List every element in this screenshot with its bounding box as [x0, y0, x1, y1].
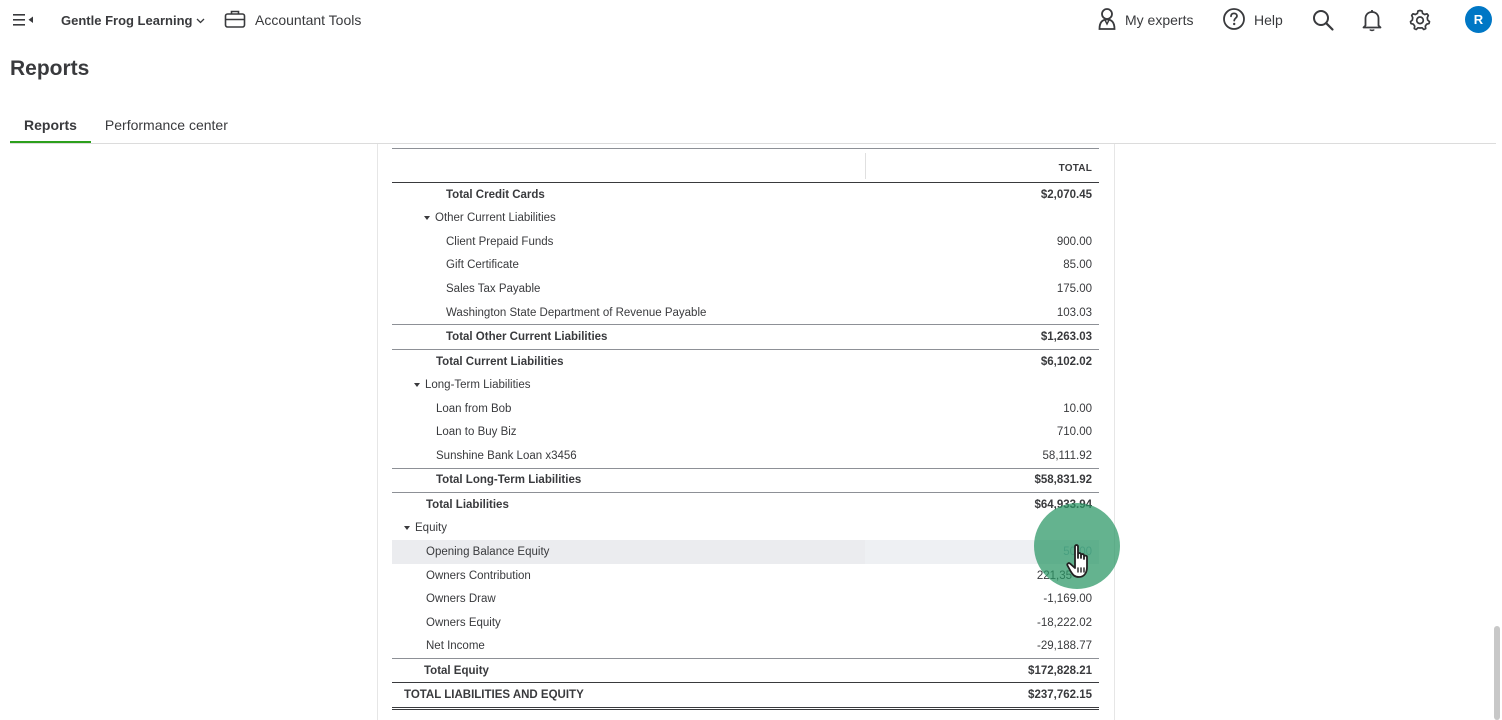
accountant-tools-label: Accountant Tools	[255, 12, 362, 28]
grand-total-row[interactable]: TOTAL LIABILITIES AND EQUITY $237,762.15	[392, 682, 1099, 711]
row-amount[interactable]: 103.03	[1057, 301, 1092, 325]
row-label: Gift Certificate	[446, 259, 519, 272]
accountant-tools-button[interactable]: Accountant Tools	[224, 8, 361, 32]
table-row[interactable]: Sales Tax Payable 175.00	[392, 277, 1099, 301]
row-amount[interactable]: -29,188.77	[1037, 634, 1092, 658]
collapse-caret-icon[interactable]	[414, 383, 420, 388]
page-title: Reports	[10, 57, 90, 80]
company-switcher[interactable]: Gentle Frog Learning	[61, 12, 205, 28]
avatar[interactable]: R	[1465, 6, 1492, 33]
row-amount[interactable]: $64,933.94	[1034, 493, 1092, 517]
report-tabs: Reports Performance center	[10, 110, 242, 144]
section-row-long-term-liabilities[interactable]: Long-Term Liabilities	[392, 373, 1099, 397]
row-label: Owners Equity	[426, 616, 501, 629]
table-row[interactable]: Washington State Department of Revenue P…	[392, 301, 1099, 325]
total-column-header: TOTAL	[1058, 163, 1092, 174]
search-icon[interactable]	[1310, 7, 1336, 33]
table-row[interactable]: Total Long-Term Liabilities $58,831.92	[392, 467, 1099, 493]
row-amount[interactable]: $237,762.15	[1028, 683, 1092, 707]
row-label: Sunshine Bank Loan x3456	[436, 449, 577, 462]
row-label: Total Current Liabilities	[436, 355, 564, 368]
help-label: Help	[1254, 12, 1283, 28]
row-label: Loan from Bob	[436, 402, 512, 415]
person-icon	[1097, 7, 1117, 34]
help-button[interactable]: Help	[1222, 7, 1283, 33]
section-row-equity[interactable]: Equity	[392, 517, 1099, 541]
table-row[interactable]: Sunshine Bank Loan x3456 58,111.92	[392, 444, 1099, 468]
table-row[interactable]: Total Credit Cards $2,070.45	[392, 183, 1099, 207]
row-label: Total Credit Cards	[446, 188, 545, 201]
row-label: Loan to Buy Biz	[436, 426, 517, 439]
table-row[interactable]: Loan to Buy Biz 710.00	[392, 420, 1099, 444]
table-row[interactable]: Net Income -29,188.77	[392, 634, 1099, 658]
row-amount[interactable]: 221,35	[1037, 564, 1072, 588]
tab-reports[interactable]: Reports	[10, 110, 91, 144]
table-row[interactable]: Total Current Liabilities $6,102.02	[392, 348, 1099, 374]
section-row-other-current-liabilities[interactable]: Other Current Liabilities	[392, 207, 1099, 231]
table-row[interactable]: Owners Contribution 221,35	[392, 564, 1099, 588]
row-label: Owners Draw	[426, 593, 496, 606]
row-amount[interactable]: 10.00	[1063, 397, 1092, 421]
bell-icon[interactable]	[1359, 7, 1385, 33]
row-label: Long-Term Liabilities	[425, 379, 531, 392]
table-row[interactable]: Owners Equity -18,222.02	[392, 611, 1099, 635]
table-row[interactable]: Total Equity $172,828.21	[392, 657, 1099, 683]
row-amount[interactable]: 900.00	[1057, 230, 1092, 254]
row-label: Total Long-Term Liabilities	[436, 474, 582, 487]
row-amount[interactable]: 50.00	[1063, 540, 1092, 564]
row-amount[interactable]: $2,070.45	[1041, 183, 1092, 207]
row-amount[interactable]: 58,111.92	[1043, 444, 1092, 468]
row-label: Client Prepaid Funds	[446, 235, 554, 248]
row-amount[interactable]: $172,828.21	[1028, 659, 1092, 683]
row-label: Total Liabilities	[426, 498, 509, 511]
menu-toggle-icon[interactable]	[12, 10, 36, 30]
balance-sheet-report: TOTAL Total Credit Cards $2,070.45 Other…	[392, 148, 1099, 711]
row-amount[interactable]: $1,263.03	[1041, 325, 1092, 349]
table-row[interactable]: Gift Certificate 85.00	[392, 254, 1099, 278]
row-label: Net Income	[426, 640, 485, 653]
tab-performance-center[interactable]: Performance center	[91, 110, 242, 144]
row-label: Opening Balance Equity	[426, 545, 550, 558]
help-circle-icon	[1222, 7, 1246, 34]
briefcase-icon	[224, 9, 246, 32]
table-row[interactable]: Loan from Bob 10.00	[392, 397, 1099, 421]
row-amount[interactable]: -1,169.00	[1043, 587, 1092, 611]
vertical-scrollbar[interactable]	[1494, 626, 1500, 720]
table-row-hovered[interactable]: Opening Balance Equity 50.00	[392, 540, 1099, 564]
row-amount[interactable]: -18,222.02	[1037, 611, 1092, 635]
table-row[interactable]: Total Liabilities $64,933.94	[392, 492, 1099, 517]
row-amount[interactable]: $6,102.02	[1041, 350, 1092, 374]
chevron-down-icon	[196, 12, 205, 27]
row-label: Other Current Liabilities	[435, 212, 556, 225]
column-separator	[865, 153, 866, 179]
row-label: TOTAL LIABILITIES AND EQUITY	[404, 689, 584, 702]
my-experts-button[interactable]: My experts	[1097, 7, 1193, 33]
report-column-header: TOTAL	[392, 148, 1099, 183]
table-row[interactable]: Client Prepaid Funds 900.00	[392, 230, 1099, 254]
row-amount[interactable]: 710.00	[1057, 420, 1092, 444]
top-navigation-bar: Gentle Frog Learning Accountant Tools My…	[0, 0, 1502, 40]
table-row[interactable]: Owners Draw -1,169.00	[392, 587, 1099, 611]
row-label: Total Equity	[424, 664, 489, 677]
row-label: Sales Tax Payable	[446, 282, 541, 295]
company-name: Gentle Frog Learning	[61, 13, 193, 28]
my-experts-label: My experts	[1125, 12, 1194, 28]
row-label: Equity	[415, 522, 447, 535]
row-label: Total Other Current Liabilities	[446, 331, 608, 344]
row-amount[interactable]: $58,831.92	[1034, 469, 1092, 493]
collapse-caret-icon[interactable]	[404, 526, 410, 531]
row-label: Washington State Department of Revenue P…	[446, 306, 707, 319]
gear-icon[interactable]	[1407, 7, 1433, 33]
row-label: Owners Contribution	[426, 569, 531, 582]
row-amount[interactable]: 85.00	[1063, 254, 1092, 278]
collapse-caret-icon[interactable]	[424, 216, 430, 221]
row-amount[interactable]: 175.00	[1057, 277, 1092, 301]
table-row[interactable]: Total Other Current Liabilities $1,263.0…	[392, 324, 1099, 349]
